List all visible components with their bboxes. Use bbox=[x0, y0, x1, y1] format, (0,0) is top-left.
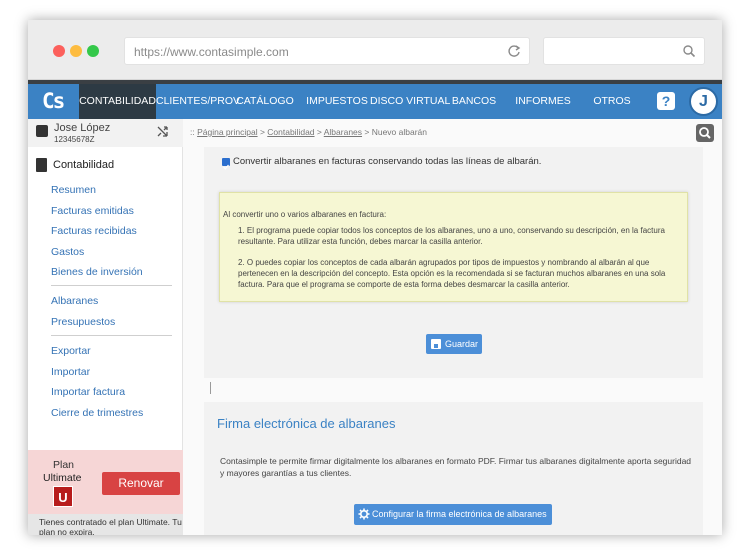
sidebar-item-albaranes[interactable]: Albaranes bbox=[51, 295, 98, 307]
breadcrumb: :: Página principal > Contabilidad > Alb… bbox=[190, 127, 428, 137]
sidebar-divider bbox=[51, 285, 172, 286]
minimize-window-button[interactable] bbox=[70, 45, 82, 57]
nav-otros[interactable]: OTROS bbox=[586, 84, 638, 119]
info-intro: Al convertir uno o varios albaranes en f… bbox=[223, 210, 387, 219]
sidebar-item-resumen[interactable]: Resumen bbox=[51, 184, 96, 196]
user-id: 12345678Z bbox=[54, 135, 95, 144]
configure-signature-label: Configurar la firma electrónica de albar… bbox=[372, 509, 547, 519]
convert-panel: Convertir albaranes en facturas conserva… bbox=[204, 147, 703, 378]
breadcrumb-contabilidad[interactable]: Contabilidad bbox=[267, 127, 314, 137]
nav-contabilidad[interactable]: CONTABILIDAD bbox=[79, 84, 156, 119]
breadcrumb-row: :: Página principal > Contabilidad > Alb… bbox=[183, 119, 722, 147]
switch-user-icon[interactable] bbox=[156, 125, 169, 141]
plan-box: Plan Ultimate U Renovar bbox=[28, 450, 183, 514]
user-icon bbox=[36, 125, 48, 137]
search-icon bbox=[682, 44, 696, 58]
browser-window: https://www.contasimple.com Cs CONTABILI… bbox=[28, 20, 722, 535]
maximize-window-button[interactable] bbox=[87, 45, 99, 57]
sidebar-item-presupuestos[interactable]: Presupuestos bbox=[51, 316, 115, 328]
avatar[interactable]: J bbox=[689, 87, 718, 116]
nav-impuestos[interactable]: IMPUESTOS bbox=[306, 84, 368, 119]
sidebar-item-gastos[interactable]: Gastos bbox=[51, 246, 84, 258]
main-nav: Cs CONTABILIDAD CLIENTES/PROV. CATÁLOGO … bbox=[28, 84, 722, 119]
info-item-2: 2. O puedes copiar los conceptos de cada… bbox=[238, 258, 666, 289]
sidebar-item-importar[interactable]: Importar bbox=[51, 366, 90, 378]
nav-disco-virtual[interactable]: DISCO VIRTUAL bbox=[370, 84, 450, 119]
configure-signature-button[interactable]: Configurar la firma electrónica de albar… bbox=[354, 504, 552, 525]
signature-text: Contasimple te permite firmar digitalmen… bbox=[220, 456, 692, 478]
signature-title: Firma electrónica de albaranes bbox=[217, 416, 396, 431]
nav-catalogo[interactable]: CATÁLOGO bbox=[234, 84, 296, 119]
nav-informes[interactable]: INFORMES bbox=[512, 84, 574, 119]
browser-search-input[interactable] bbox=[543, 37, 705, 65]
breadcrumb-home[interactable]: Página principal bbox=[197, 127, 257, 137]
sidebar-item-exportar[interactable]: Exportar bbox=[51, 345, 91, 357]
section-title: Contabilidad bbox=[53, 159, 115, 171]
floppy-icon bbox=[431, 339, 441, 349]
sidebar-item-facturas-emitidas[interactable]: Facturas emitidas bbox=[51, 205, 134, 217]
nav-bancos[interactable]: BANCOS bbox=[448, 84, 500, 119]
breadcrumb-current: Nuevo albarán bbox=[371, 127, 428, 137]
plan-label: Plan bbox=[53, 459, 75, 471]
sidebar: Jose López 12345678Z Contabilidad Resume… bbox=[28, 119, 183, 535]
sidebar-item-cierre-trimestres[interactable]: Cierre de trimestres bbox=[51, 407, 143, 419]
convert-checkbox[interactable] bbox=[222, 158, 230, 170]
close-window-button[interactable] bbox=[53, 45, 65, 57]
sidebar-divider bbox=[51, 335, 172, 336]
breadcrumb-albaranes[interactable]: Albaranes bbox=[324, 127, 362, 137]
gear-icon bbox=[358, 508, 370, 520]
help-icon[interactable]: ? bbox=[657, 92, 675, 110]
url-text: https://www.contasimple.com bbox=[134, 45, 289, 59]
sidebar-item-facturas-recibidas[interactable]: Facturas recibidas bbox=[51, 225, 137, 237]
section-contabilidad: Contabilidad bbox=[28, 155, 183, 175]
plan-badge-icon: U bbox=[53, 486, 73, 507]
address-bar[interactable]: https://www.contasimple.com bbox=[124, 37, 530, 65]
info-box: Al convertir uno o varios albaranes en f… bbox=[219, 192, 688, 302]
nav-clientes[interactable]: CLIENTES/PROV. bbox=[156, 84, 242, 119]
plan-name: Ultimate bbox=[43, 472, 82, 484]
signature-panel: Firma electrónica de albaranes Contasimp… bbox=[204, 402, 703, 535]
reload-icon[interactable] bbox=[507, 44, 521, 58]
main-content: :: Página principal > Contabilidad > Alb… bbox=[183, 119, 722, 535]
info-item-1: 1. El programa puede copiar todos los co… bbox=[238, 226, 665, 246]
document-icon bbox=[36, 158, 47, 172]
user-row: Jose López 12345678Z bbox=[28, 119, 183, 147]
renew-button[interactable]: Renovar bbox=[102, 472, 180, 495]
sidebar-item-importar-factura[interactable]: Importar factura bbox=[51, 386, 125, 398]
user-name: Jose López bbox=[54, 122, 111, 134]
sidebar-item-bienes-inversion[interactable]: Bienes de inversión bbox=[51, 266, 143, 278]
browser-toolbar: https://www.contasimple.com bbox=[28, 20, 722, 80]
search-icon[interactable] bbox=[696, 124, 714, 142]
save-button[interactable]: Guardar bbox=[426, 334, 482, 354]
contasimple-logo[interactable]: Cs bbox=[42, 89, 65, 113]
plan-info: Tienes contratado el plan Ultimate. Tu p… bbox=[28, 514, 183, 535]
convert-checkbox-label[interactable]: Convertir albaranes en facturas conserva… bbox=[233, 156, 541, 167]
section-marker bbox=[210, 382, 211, 394]
save-button-label: Guardar bbox=[445, 339, 479, 349]
